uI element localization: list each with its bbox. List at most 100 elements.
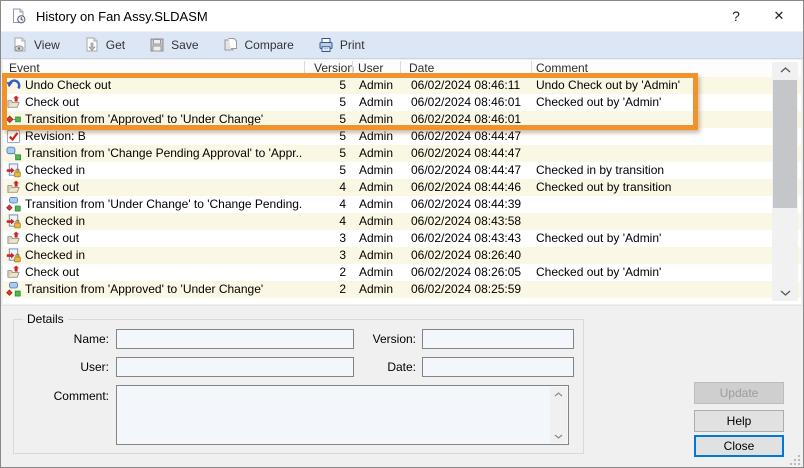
scroll-up-icon[interactable] (550, 387, 567, 401)
version-cell: 4 (298, 179, 346, 196)
user-field[interactable] (116, 357, 354, 377)
help-titlebar-button[interactable]: ? (721, 1, 751, 31)
version-cell: 2 (298, 281, 346, 298)
event-cell: Transition from 'Approved' to 'Under Cha… (25, 281, 303, 298)
version-cell: 2 (298, 264, 346, 281)
list-scrollbar[interactable] (772, 62, 798, 301)
view-button-label: View (34, 38, 60, 52)
table-row[interactable]: Checked in3Admin06/02/2024 08:26:40 (3, 247, 801, 264)
table-row[interactable]: Check out2Admin06/02/2024 08:26:05Checke… (3, 264, 801, 281)
checkout-icon (6, 180, 21, 195)
get-file-icon (84, 37, 100, 53)
revision-icon (6, 129, 21, 144)
column-divider (304, 61, 305, 76)
column-divider (531, 61, 532, 76)
column-header-user[interactable]: User (358, 61, 383, 75)
view-button[interactable]: View (9, 35, 63, 55)
event-cell: Transition from 'Under Change' to 'Chang… (25, 196, 303, 213)
title-bar: History on Fan Assy.SLDASM ? ✕ (1, 1, 803, 31)
event-cell: Revision: B (25, 128, 303, 145)
scroll-down-icon[interactable] (550, 429, 567, 443)
update-button[interactable]: Update (694, 382, 784, 404)
resize-grip[interactable] (788, 453, 801, 466)
date-cell: 06/02/2024 08:44:46 (411, 179, 521, 196)
close-titlebar-button[interactable]: ✕ (763, 1, 795, 31)
table-row[interactable]: Check out4Admin06/02/2024 08:44:46Checke… (3, 179, 801, 196)
history-dialog: History on Fan Assy.SLDASM ? ✕ View Get … (0, 0, 804, 468)
table-row[interactable]: Checked in5Admin06/02/2024 08:44:47Check… (3, 162, 801, 179)
date-cell: 06/02/2024 08:44:47 (411, 145, 521, 162)
version-cell: 5 (298, 162, 346, 179)
event-cell: Check out (25, 230, 303, 247)
view-file-icon (12, 37, 28, 53)
date-cell: 06/02/2024 08:46:01 (411, 111, 521, 128)
column-header-date[interactable]: Date (409, 61, 434, 75)
print-button[interactable]: Print (315, 35, 368, 55)
table-row[interactable]: Check out3Admin06/02/2024 08:43:43Checke… (3, 230, 801, 247)
comment-scrollbar[interactable] (550, 387, 567, 443)
date-cell: 06/02/2024 08:43:43 (411, 230, 521, 247)
get-button-label: Get (106, 38, 125, 52)
compare-files-icon (223, 37, 239, 53)
version-field[interactable] (422, 329, 574, 349)
column-divider (352, 61, 353, 76)
history-rows: Undo Check out5Admin06/02/2024 08:46:11U… (3, 77, 801, 304)
date-field[interactable] (422, 357, 574, 377)
user-cell: Admin (359, 77, 393, 94)
version-cell: 5 (298, 145, 346, 162)
details-panel: Details Name: Version: User: Date: Comme… (1, 305, 803, 468)
print-icon (318, 37, 334, 53)
table-row[interactable]: Checked in4 Admin 06/02/2024 08:43:58 (3, 213, 801, 230)
table-row[interactable]: Transition from 'Change Pending Approval… (3, 145, 801, 162)
event-cell: Undo Check out (25, 77, 303, 94)
comment-cell: Checked out by transition (536, 179, 768, 196)
undo-checkout-icon (6, 78, 21, 93)
scroll-down-icon[interactable] (772, 285, 798, 301)
column-header-version[interactable]: Version (314, 61, 354, 75)
date-cell: 06/02/2024 08:44:47 (411, 128, 521, 145)
user-cell: Admin (359, 94, 393, 111)
date-cell: 06/02/2024 08:25:59 (411, 281, 521, 298)
version-cell: 4 (298, 213, 346, 230)
event-cell: Transition from 'Change Pending Approval… (25, 145, 303, 162)
compare-button[interactable]: Compare (220, 35, 297, 55)
user-cell: Admin (359, 264, 393, 281)
table-row[interactable]: Transition from 'Approved' to 'Under Cha… (3, 281, 801, 298)
table-row[interactable]: Transition from 'Under Change' to 'Chang… (3, 196, 801, 213)
event-cell: Checked in (25, 213, 303, 230)
name-field[interactable] (116, 329, 354, 349)
save-button-label: Save (171, 38, 198, 52)
comment-field[interactable] (116, 385, 569, 445)
user-cell: Admin (359, 281, 393, 298)
get-button[interactable]: Get (81, 35, 128, 55)
user-cell: Admin (359, 128, 393, 145)
column-header-event[interactable]: Event (9, 61, 40, 75)
close-button[interactable]: Close (694, 435, 784, 457)
table-row[interactable]: Transition from 'Approved' to 'Under Cha… (3, 111, 801, 128)
history-list: Event Version User Date Comment Undo Che… (3, 60, 801, 304)
scroll-up-icon[interactable] (772, 62, 798, 78)
version-cell: 5 (298, 77, 346, 94)
table-row[interactable]: Revision: B5Admin06/02/2024 08:44:47 (3, 128, 801, 145)
save-button[interactable]: Save (146, 35, 201, 55)
column-header-comment[interactable]: Comment (536, 61, 588, 75)
event-cell: Checked in (25, 247, 303, 264)
user-cell: Admin (359, 230, 393, 247)
version-cell: 4 (298, 196, 346, 213)
date-cell: 06/02/2024 08:46:11 (411, 77, 520, 94)
event-cell: Check out (25, 264, 303, 281)
date-label: Date: (331, 357, 416, 377)
help-button[interactable]: Help (694, 410, 784, 432)
user-cell: Admin (359, 179, 393, 196)
checkout-icon (6, 265, 21, 280)
user-cell: Admin (359, 145, 393, 162)
user-cell: Admin (359, 213, 393, 230)
table-row[interactable]: Undo Check out5Admin06/02/2024 08:46:11U… (3, 77, 801, 94)
user-label: User: (21, 357, 109, 377)
scrollbar-thumb[interactable] (773, 80, 797, 208)
date-cell: 06/02/2024 08:44:47 (411, 162, 521, 179)
version-cell: 5 (298, 111, 346, 128)
date-cell: 06/02/2024 08:43:58 (411, 213, 521, 230)
table-row[interactable]: Check out5Admin06/02/2024 08:46:01Checke… (3, 94, 801, 111)
list-header: Event Version User Date Comment (3, 60, 801, 77)
